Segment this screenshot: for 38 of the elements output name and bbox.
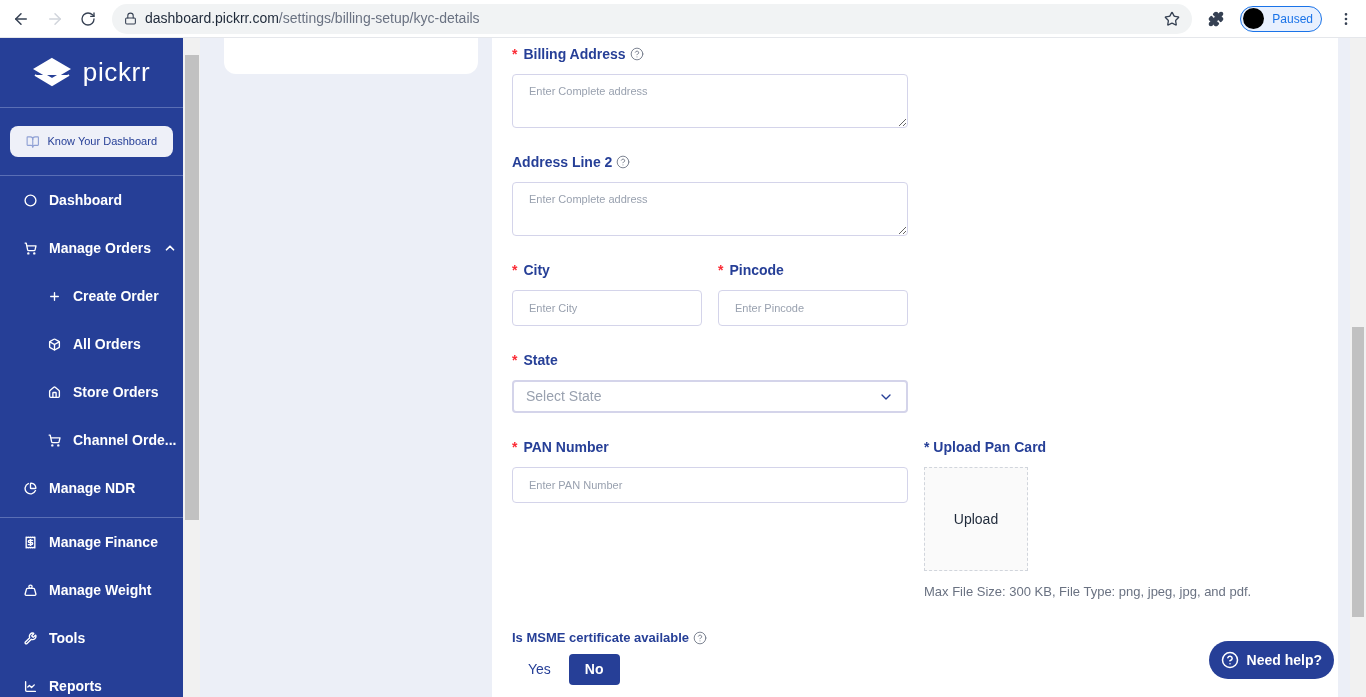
msme-question: Is MSME certificate available: [512, 628, 690, 647]
option-button[interactable]: Yes: [512, 653, 567, 685]
logo-text: pickrr: [82, 56, 151, 89]
nav-subitem[interactable]: Store Orders: [0, 368, 183, 416]
file-requirements-note: Max File Size: 300 KB, File Type: png, jpeg, jpg, and pdf.: [924, 583, 1252, 601]
input-field[interactable]: Enter Pincode: [718, 290, 908, 326]
profile-button[interactable]: Paused: [1240, 5, 1322, 32]
nav-item[interactable]: Manage Finance: [0, 518, 183, 566]
nav-item[interactable]: Tools: [0, 614, 183, 662]
upload-button[interactable]: Upload: [924, 467, 1028, 571]
nav-subitem[interactable]: Channel Orde...: [0, 416, 183, 464]
field-label: PAN Number: [523, 437, 609, 457]
nav-item[interactable]: Manage Orders: [0, 224, 183, 272]
required-asterisk: *: [512, 260, 518, 280]
nav-item[interactable]: Manage NDR: [0, 464, 183, 512]
nav-item[interactable]: Dashboard: [0, 176, 183, 224]
field-label: City: [523, 260, 550, 280]
input-field[interactable]: Enter City: [512, 290, 702, 326]
required-asterisk: *: [512, 44, 518, 64]
field-label: * Upload Pan Card: [924, 437, 1047, 457]
nav-subitem[interactable]: Create Order: [0, 272, 183, 320]
nav-item[interactable]: Manage Weight: [0, 566, 183, 614]
required-asterisk: *: [512, 350, 518, 370]
help-button[interactable]: Need help?: [1208, 641, 1334, 679]
required-asterisk: *: [718, 260, 724, 280]
guide-button[interactable]: Know Your Dashboard: [10, 126, 173, 157]
field-label: Billing Address: [523, 44, 626, 64]
field-label: State: [523, 350, 558, 370]
option-button[interactable]: No: [568, 653, 620, 685]
address-field[interactable]: Enter Complete address: [512, 182, 908, 236]
nav-subitem[interactable]: All Orders: [0, 320, 183, 368]
nav-item[interactable]: Reports: [0, 662, 183, 697]
address-field[interactable]: Enter Complete address: [512, 74, 908, 128]
field-label: Address Line 2: [512, 152, 613, 172]
required-asterisk: *: [512, 437, 518, 457]
field-label: Pincode: [729, 260, 784, 280]
input-field[interactable]: Enter PAN Number: [512, 467, 908, 503]
address-bar[interactable]: dashboard.pickrr.com/settings/billing-setup/kyc-details: [112, 3, 1193, 34]
